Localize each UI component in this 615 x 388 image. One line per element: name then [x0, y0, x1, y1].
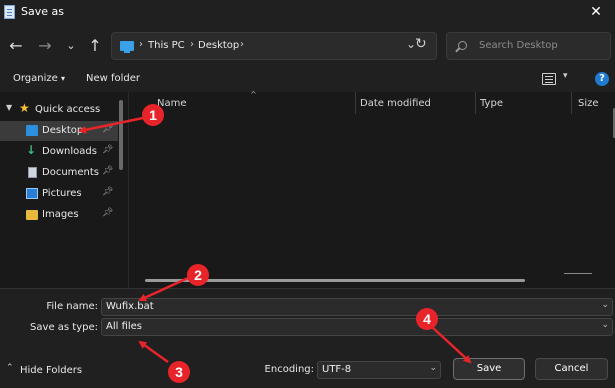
sidebar-item-label: Downloads — [42, 146, 97, 157]
chevron-down-icon[interactable]: ⌄ — [601, 300, 609, 310]
sidebar-item-label: Images — [42, 209, 79, 220]
annotation-badge-3: 3 — [168, 361, 190, 383]
view-options-icon[interactable] — [542, 73, 556, 85]
file-name-label: File name: — [46, 301, 98, 312]
new-folder-button[interactable]: New folder — [86, 73, 140, 84]
this-pc-icon — [120, 41, 134, 53]
annotation-badge-2: 2 — [187, 264, 209, 286]
sidebar-item-documents[interactable]: Documents 📌︎ — [0, 163, 118, 183]
address-bar[interactable]: › This PC › Desktop › ⌄ — [111, 32, 437, 60]
search-icon — [458, 41, 467, 50]
save-as-type-label: Save as type: — [30, 322, 98, 333]
save-as-type-value: All files — [106, 321, 143, 332]
sidebar-item-desktop[interactable]: Desktop 📌︎ — [0, 121, 118, 141]
sidebar-item-quick-access[interactable]: ▼ ★ Quick access — [0, 100, 118, 120]
save-as-type-select[interactable]: All files ⌄ — [101, 318, 613, 336]
pin-icon[interactable]: 📌︎ — [102, 145, 113, 155]
organize-label: Organize — [13, 73, 58, 84]
column-divider[interactable] — [475, 92, 476, 114]
recent-locations-chevron-icon[interactable]: ⌄ — [61, 36, 81, 56]
chevron-down-icon[interactable]: ⌄ — [601, 320, 609, 330]
pin-icon[interactable]: 📌︎ — [102, 187, 113, 197]
column-divider[interactable] — [571, 92, 572, 114]
scrollbar-track — [564, 273, 592, 274]
star-icon: ★ — [19, 101, 30, 115]
sidebar-item-label: Pictures — [42, 188, 82, 199]
navigation-bar: ← → ⌄ ↑ › This PC › Desktop › ⌄ ↻ Search… — [0, 24, 615, 68]
breadcrumb-separator-icon: › — [139, 39, 143, 50]
search-placeholder: Search Desktop — [479, 40, 558, 51]
column-divider[interactable] — [355, 92, 356, 114]
annotation-badge-4: 4 — [416, 308, 438, 330]
sidebar-item-downloads[interactable]: ↓ Downloads 📌︎ — [0, 142, 118, 162]
encoding-label: Encoding: — [264, 364, 314, 375]
sidebar-scrollbar[interactable] — [119, 100, 123, 170]
folder-icon — [26, 210, 38, 220]
sort-ascending-icon: ^ — [250, 90, 257, 99]
breadcrumb-this-pc[interactable]: This PC — [148, 40, 185, 51]
navigation-pane: ▼ ★ Quick access Desktop 📌︎ ↓ Downloads … — [0, 92, 128, 288]
pictures-icon — [26, 188, 38, 199]
quick-access-label: Quick access — [35, 104, 101, 115]
title-bar: Save as ✕ — [0, 0, 615, 24]
pin-icon[interactable]: 📌︎ — [102, 166, 113, 176]
pin-icon[interactable]: 📌︎ — [102, 208, 113, 218]
search-box[interactable]: Search Desktop — [446, 32, 611, 60]
sidebar-item-label: Desktop — [42, 125, 84, 136]
desktop-icon — [26, 125, 38, 136]
breadcrumb-separator-icon[interactable]: › — [240, 39, 244, 50]
pin-icon[interactable]: 📌︎ — [102, 124, 113, 134]
notepad-icon — [4, 5, 15, 19]
file-name-field[interactable]: Wufix.bat ⌄ — [101, 298, 613, 316]
column-header-date-modified[interactable]: Date modified — [360, 98, 431, 109]
breadcrumb-desktop[interactable]: Desktop — [198, 40, 239, 51]
chevron-down-icon[interactable]: ⌄ — [429, 363, 437, 373]
column-header-type[interactable]: Type — [480, 98, 503, 109]
cancel-button[interactable]: Cancel — [535, 358, 608, 380]
column-header-size[interactable]: Size — [578, 98, 599, 109]
hide-folders-button[interactable]: Hide Folders — [20, 365, 82, 376]
back-arrow-icon[interactable]: ← — [6, 36, 26, 56]
file-name-value: Wufix.bat — [106, 301, 154, 312]
file-list: ^ Name Date modified Type Size — [128, 90, 615, 288]
collapse-chevron-icon[interactable]: ▼ — [6, 103, 12, 112]
annotation-badge-1: 1 — [142, 104, 164, 126]
forward-arrow-icon[interactable]: → — [35, 36, 55, 56]
sidebar-item-label: Documents — [42, 167, 100, 178]
window-title: Save as — [21, 5, 64, 18]
sidebar-item-pictures[interactable]: Pictures 📌︎ — [0, 184, 118, 204]
close-button[interactable]: ✕ — [584, 3, 608, 21]
chevron-up-icon[interactable]: ⌃ — [6, 363, 14, 373]
view-dropdown-icon[interactable]: ▾ — [563, 71, 568, 81]
download-icon: ↓ — [26, 143, 37, 157]
help-icon[interactable]: ? — [595, 72, 609, 86]
sidebar-item-images[interactable]: Images 📌︎ — [0, 205, 118, 225]
save-form: File name: Wufix.bat ⌄ Save as type: All… — [0, 288, 615, 388]
breadcrumb-separator-icon[interactable]: › — [190, 39, 194, 50]
refresh-icon[interactable]: ↻ — [415, 36, 433, 54]
organize-dropdown-icon: ▾ — [61, 74, 66, 83]
up-arrow-icon[interactable]: ↑ — [85, 36, 105, 56]
save-button[interactable]: Save — [453, 358, 525, 380]
encoding-value: UTF-8 — [322, 364, 352, 375]
command-toolbar: Organize ▾ New folder ▾ ? — [0, 68, 615, 92]
documents-icon — [28, 167, 37, 178]
organize-button[interactable]: Organize ▾ — [13, 73, 65, 84]
encoding-select[interactable]: UTF-8 ⌄ — [317, 361, 441, 379]
